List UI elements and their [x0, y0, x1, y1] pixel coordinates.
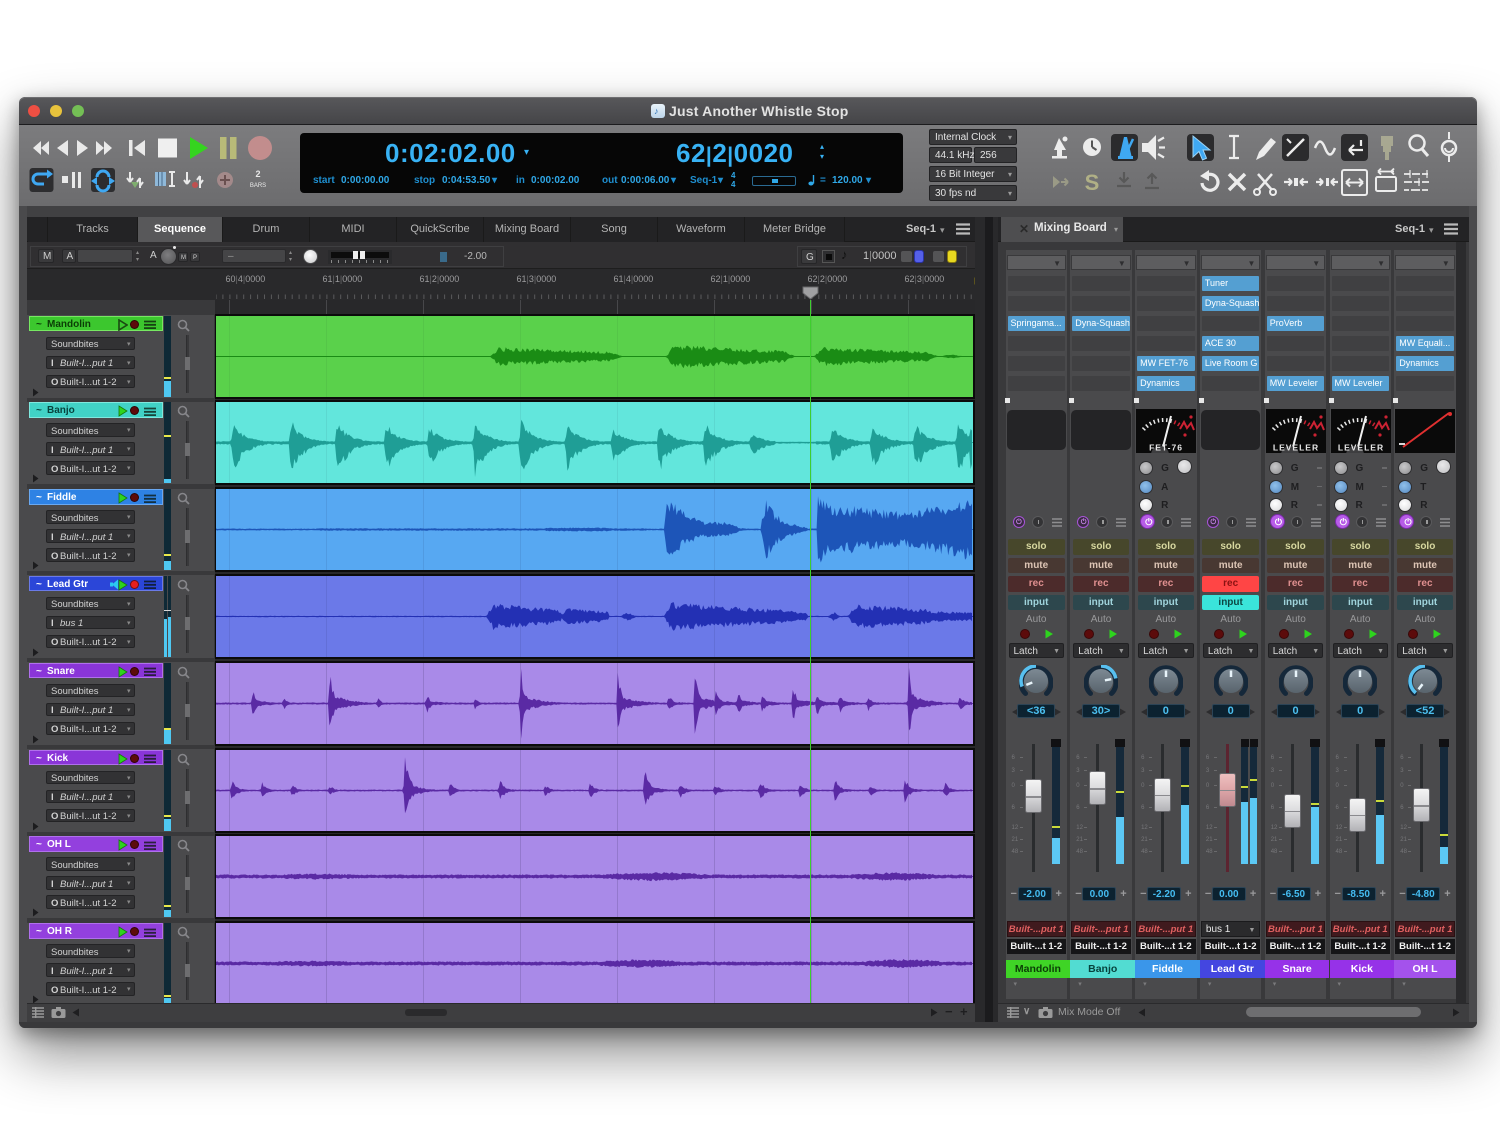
svg-text:FET-76: FET-76 — [1149, 443, 1183, 453]
svg-text:S: S — [1085, 170, 1100, 195]
svg-text:2: 2 — [255, 169, 260, 179]
svg-text:BARS: BARS — [250, 183, 266, 189]
svg-text:LEVELER: LEVELER — [1273, 443, 1319, 453]
svg-text:LEVELER: LEVELER — [1337, 443, 1383, 453]
